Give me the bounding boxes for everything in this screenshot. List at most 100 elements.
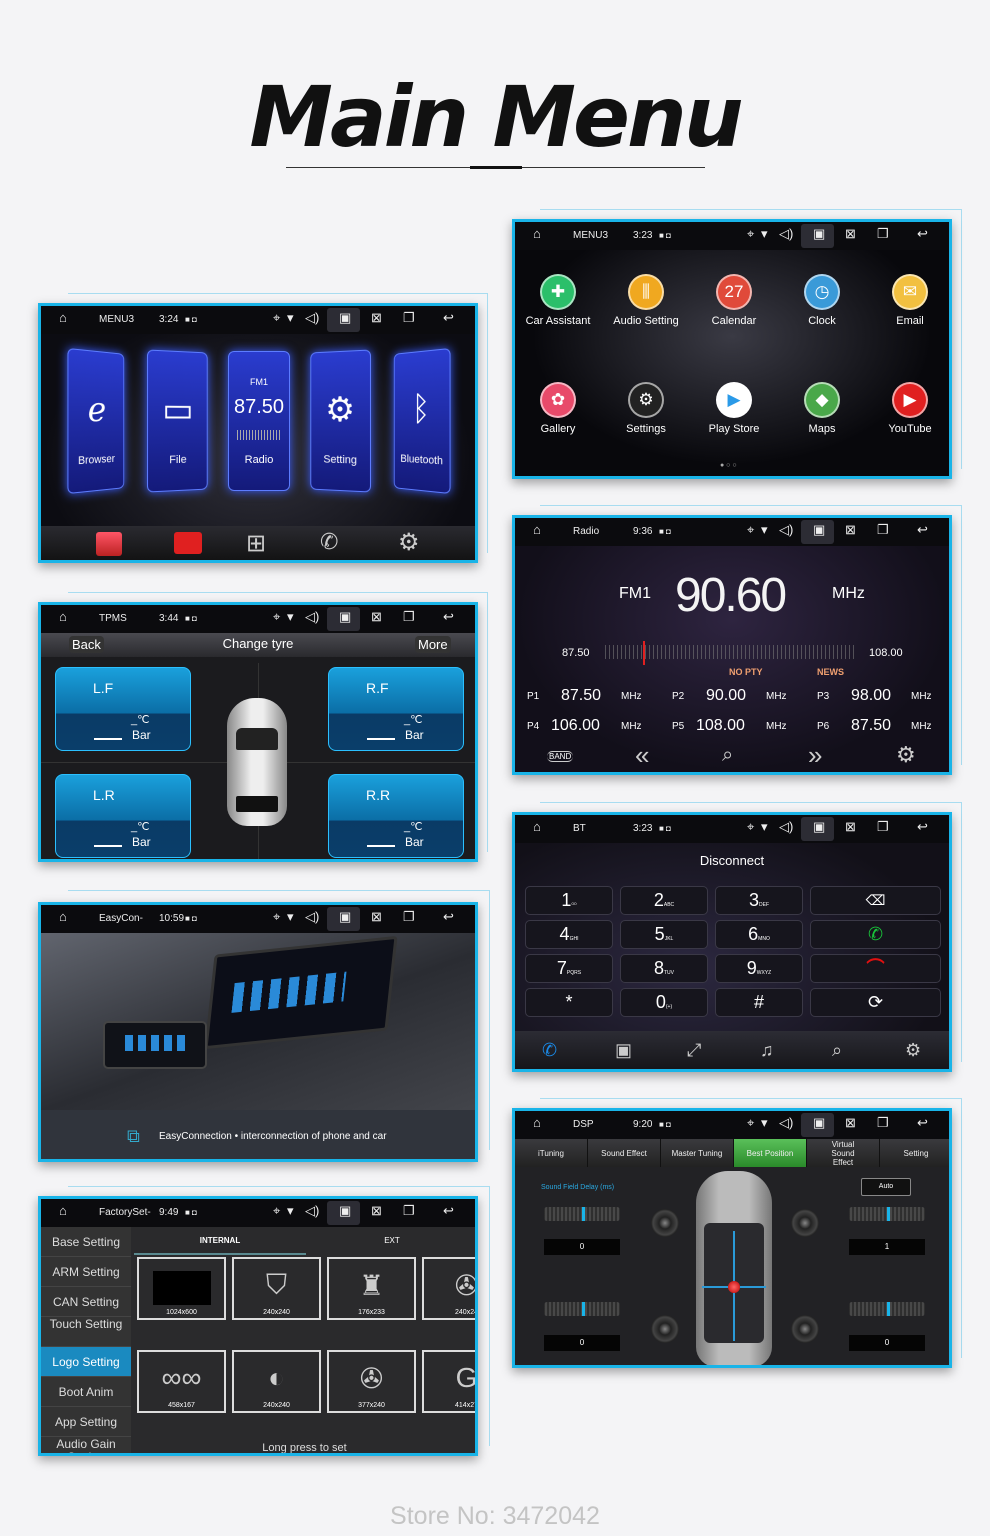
delay-slider-front-left[interactable] [544,1207,620,1221]
location-icon[interactable]: ⌖ [747,820,754,833]
dial-key-6[interactable]: 6MNO [715,920,803,949]
window-icon[interactable]: ❐ [877,1116,889,1129]
home-icon[interactable]: ⌂ [533,1116,541,1129]
tyre-card-lf[interactable]: L.F _℃ Bar [55,667,191,751]
home-icon[interactable]: ⌂ [59,910,67,923]
app-email[interactable]: ✉ Email [865,274,949,327]
logo-option[interactable]: ⛉ 240x240 [232,1257,321,1320]
side-menu-can-setting[interactable]: CAN Setting [41,1287,131,1317]
wifi-icon[interactable]: ▾ [761,227,768,240]
screenshot-icon[interactable]: ▣ [339,311,351,324]
dial-key-#[interactable]: # [715,988,803,1017]
phone-icon[interactable]: ✆ [320,529,338,555]
volume-icon[interactable]: ◁) [305,910,319,923]
preset-p3[interactable]: P3 98.00 MHz [815,686,949,712]
tab-ituning[interactable]: iTuning [515,1139,588,1167]
back-icon[interactable]: ↩ [917,227,928,240]
location-icon[interactable]: ⌖ [273,311,280,324]
side-menu-touch-setting[interactable]: Touch Setting [41,1317,131,1347]
screenshot-icon[interactable]: ▣ [339,610,351,623]
logo-option[interactable]: ✇ 240x24 [422,1257,475,1320]
home-icon[interactable]: ⌂ [59,311,67,324]
home-icon[interactable]: ⌂ [533,523,541,536]
tab-virtual-sound-effect[interactable]: Virtual Sound Effect [807,1139,880,1167]
dial-key-1[interactable]: 1ᴼᴼ [525,886,613,915]
app-play-store[interactable]: ▶ Play Store [689,382,779,435]
volume-icon[interactable]: ◁) [305,610,319,623]
music-icon[interactable]: ♫ [760,1040,774,1061]
app-audio-setting[interactable]: ⫼ Audio Setting [601,274,691,327]
dial-key-0[interactable]: 0(+) [620,988,708,1017]
volume-icon[interactable]: ◁) [779,227,793,240]
location-icon[interactable]: ⌖ [747,1116,754,1129]
listening-position-handle[interactable] [728,1281,740,1293]
backspace-button[interactable]: ⌫ [810,886,941,915]
close-app-icon[interactable]: ⊠ [371,311,382,324]
app-car-assistant[interactable]: ✚ Car Assistant [515,274,603,327]
contacts-icon[interactable]: ▣ [615,1040,632,1061]
screenshot-icon[interactable]: ▣ [339,910,351,923]
window-icon[interactable]: ❐ [403,610,415,623]
tyre-card-rr[interactable]: R.R _℃ Bar [328,774,464,858]
volume-icon[interactable]: ◁) [305,1204,319,1217]
preset-p2[interactable]: P2 90.00 MHz [670,686,810,712]
home-icon[interactable]: ⌂ [533,820,541,833]
home-icon[interactable]: ⌂ [533,227,541,240]
back-icon[interactable]: ↩ [443,1204,454,1217]
logo-option[interactable]: G 414x27 [422,1350,475,1413]
app-settings[interactable]: ⚙ Settings [601,382,691,435]
screenshot-icon[interactable]: ▣ [813,227,825,240]
dial-key-4[interactable]: 4GHI [525,920,613,949]
preset-p6[interactable]: P6 87.50 MHz [815,716,949,742]
side-menu-logo-setting[interactable]: Logo Setting [41,1347,131,1377]
tab-internal[interactable]: INTERNAL [134,1236,306,1245]
wifi-icon[interactable]: ▾ [287,610,294,623]
tile-bluetooth[interactable]: ᛒ Bluetooth [393,347,451,495]
search-icon[interactable]: ⌕ [722,744,733,767]
link-icon[interactable]: ⤢ [687,1040,701,1061]
side-menu-boot-anim[interactable]: Boot Anim [41,1377,131,1407]
logo-option[interactable]: ♜ 176x233 [327,1257,416,1320]
logo-option[interactable]: 1024x600 [137,1257,226,1320]
search-icon[interactable]: ⌕ [832,1040,842,1061]
screenshot-icon[interactable]: ▣ [813,1116,825,1129]
swap-button[interactable]: ⟳ [810,988,941,1017]
tyre-card-rf[interactable]: R.F _℃ Bar [328,667,464,751]
wifi-icon[interactable]: ▾ [761,523,768,536]
close-app-icon[interactable]: ⊠ [371,910,382,923]
window-icon[interactable]: ❐ [403,910,415,923]
close-app-icon[interactable]: ⊠ [845,227,856,240]
screenshot-icon[interactable]: ▣ [339,1204,351,1217]
app-clock[interactable]: ◷ Clock [777,274,867,327]
tile-setting[interactable]: ⚙ Setting [310,349,371,493]
preset-p4[interactable]: P4 106.00 MHz [525,716,665,742]
volume-icon[interactable]: ◁) [779,1116,793,1129]
window-icon[interactable]: ❐ [403,311,415,324]
radio-icon[interactable] [174,532,202,554]
app-youtube[interactable]: ▶ YouTube [865,382,949,435]
settings-icon[interactable]: ⚙ [905,1040,921,1061]
app-maps[interactable]: ◆ Maps [777,382,867,435]
volume-icon[interactable]: ◁) [779,820,793,833]
dial-key-3[interactable]: 3DEF [715,886,803,915]
preset-p5[interactable]: P5 108.00 MHz [670,716,810,742]
settings-icon[interactable]: ⚙ [398,528,420,557]
call-button[interactable]: ✆ [810,920,941,949]
wifi-icon[interactable]: ▾ [287,1204,294,1217]
window-icon[interactable]: ❐ [877,820,889,833]
settings-icon[interactable]: ⚙ [896,742,916,768]
close-app-icon[interactable]: ⊠ [371,610,382,623]
back-icon[interactable]: ↩ [443,311,454,324]
location-icon[interactable]: ⌖ [747,227,754,240]
side-menu-arm-setting[interactable]: ARM Setting [41,1257,131,1287]
volume-icon[interactable]: ◁) [779,523,793,536]
back-icon[interactable]: ↩ [443,910,454,923]
tile-file[interactable]: ▭ File [147,349,208,493]
back-icon[interactable]: ↩ [917,523,928,536]
dial-key-5[interactable]: 5JKL [620,920,708,949]
apps-grid-icon[interactable]: ⊞ [246,529,266,558]
close-app-icon[interactable]: ⊠ [845,820,856,833]
tile-browser[interactable]: ℯ Browser [67,347,125,495]
tab-sound-effect[interactable]: Sound Effect [588,1139,661,1167]
band-button[interactable]: BAND [547,751,574,762]
